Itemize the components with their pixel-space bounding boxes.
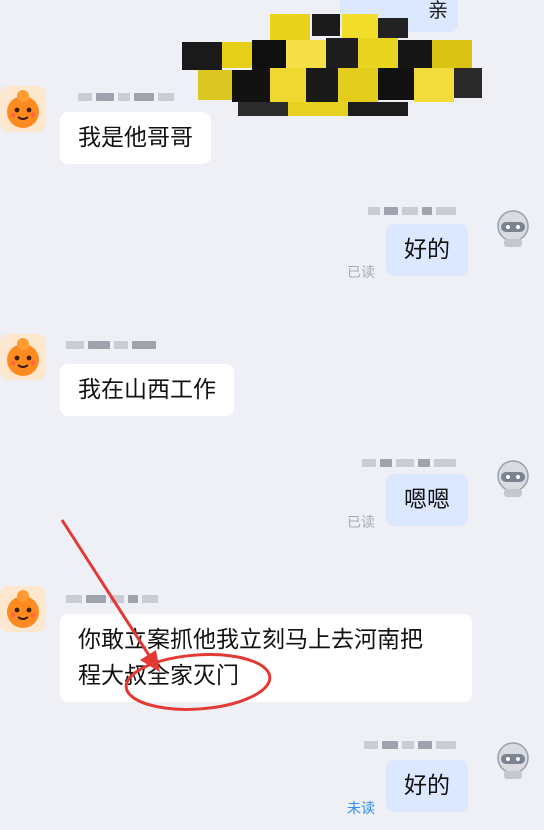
orange-mascot-avatar-icon	[0, 86, 46, 132]
message-bubble[interactable]: 好的	[386, 224, 468, 276]
helmet-mascot-avatar-icon	[490, 736, 536, 782]
orange-mascot-avatar-icon	[0, 586, 46, 632]
my-name-blurred	[364, 738, 456, 752]
message-text: 我是他哥哥	[78, 125, 193, 151]
message-bubble[interactable]: 嗯嗯	[386, 474, 468, 526]
message-bubble[interactable]: 好的	[386, 760, 468, 812]
unread-status: 未读	[347, 801, 375, 817]
message-bubble[interactable]: 你敢立案抓他我立刻马上去河南把 程大叔全家灭门	[60, 614, 472, 702]
sender-avatar[interactable]	[0, 86, 46, 132]
orange-mascot-avatar-icon	[0, 334, 46, 380]
sender-name-blurred	[66, 338, 156, 352]
message-bubble[interactable]: 我是他哥哥	[60, 112, 211, 164]
sender-avatar[interactable]	[0, 586, 46, 632]
helmet-mascot-avatar-icon	[490, 454, 536, 500]
sender-name-blurred	[78, 90, 174, 104]
my-avatar[interactable]	[490, 454, 536, 500]
my-avatar[interactable]	[490, 204, 536, 250]
helmet-mascot-avatar-icon	[490, 204, 536, 250]
my-name-blurred	[362, 456, 456, 470]
read-status: 已读	[347, 265, 375, 281]
chat-window: 亲 我是他哥哥 好的 已读 我在山西工作 嗯嗯 已读 你敢立案抓他我立刻马上去河…	[0, 0, 544, 830]
my-avatar[interactable]	[490, 736, 536, 782]
message-text: 好的	[404, 237, 450, 263]
my-name-blurred	[368, 204, 456, 218]
message-text: 好的	[404, 773, 450, 799]
read-status: 已读	[347, 515, 375, 531]
message-bubble[interactable]: 我在山西工作	[60, 364, 234, 416]
message-text: 我在山西工作	[78, 377, 216, 403]
pixelated-mosaic-icon	[182, 14, 482, 116]
sender-name-blurred	[66, 592, 158, 606]
message-text-line: 程大叔全家灭门	[78, 663, 239, 689]
sender-avatar[interactable]	[0, 334, 46, 380]
message-text: 嗯嗯	[404, 487, 450, 513]
message-text-line: 你敢立案抓他我立刻马上去河南把	[78, 627, 423, 653]
